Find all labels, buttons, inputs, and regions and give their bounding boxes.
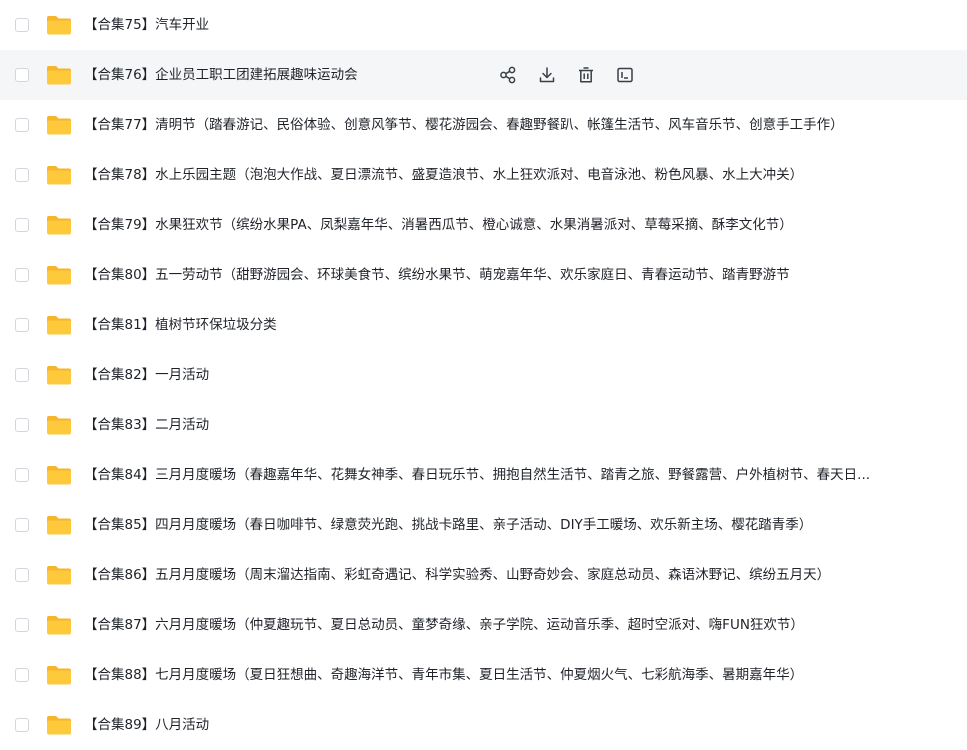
file-name[interactable]: 【合集82】一月活动 [84,365,953,385]
list-item[interactable]: 【合集83】二月活动 [0,400,967,450]
row-checkbox[interactable] [15,18,29,32]
list-item[interactable]: 【合集79】水果狂欢节（缤纷水果PA、凤梨嘉年华、消暑西瓜节、橙心诚意、水果消暑… [0,200,967,250]
file-name[interactable]: 【合集81】植树节环保垃圾分类 [84,315,953,335]
list-item[interactable]: 【合集80】五一劳动节（甜野游园会、环球美食节、缤纷水果节、萌宠嘉年华、欢乐家庭… [0,250,967,300]
list-item[interactable]: 【合集82】一月活动 [0,350,967,400]
file-name[interactable]: 【合集85】四月月度暖场（春日咖啡节、绿意荧光跑、挑战卡路里、亲子活动、DIY手… [84,515,953,535]
folder-icon [47,666,71,685]
file-name[interactable]: 【合集77】清明节（踏春游记、民俗体验、创意风筝节、樱花游园会、春趣野餐趴、帐篷… [84,115,953,135]
file-name[interactable]: 【合集75】汽车开业 [84,15,953,35]
folder-icon [47,466,71,485]
file-name[interactable]: 【合集80】五一劳动节（甜野游园会、环球美食节、缤纷水果节、萌宠嘉年华、欢乐家庭… [84,265,953,285]
folder-icon [47,116,71,135]
file-name[interactable]: 【合集79】水果狂欢节（缤纷水果PA、凤梨嘉年华、消暑西瓜节、橙心诚意、水果消暑… [84,215,953,235]
file-name[interactable]: 【合集84】三月月度暖场（春趣嘉年华、花舞女神季、春日玩乐节、拥抱自然生活节、踏… [84,465,953,485]
file-list: 【合集75】汽车开业 【合集76】企业员工职工团建拓展趣味运动会 【合集77】清… [0,0,967,741]
row-checkbox[interactable] [15,468,29,482]
list-item[interactable]: 【合集87】六月月度暖场（仲夏趣玩节、夏日总动员、童梦奇缘、亲子学院、运动音乐季… [0,600,967,650]
list-item[interactable]: 【合集89】八月活动 [0,700,967,750]
file-name[interactable]: 【合集78】水上乐园主题（泡泡大作战、夏日漂流节、盛夏造浪节、水上狂欢派对、电音… [84,165,953,185]
folder-icon [47,516,71,535]
folder-icon [47,566,71,585]
file-name[interactable]: 【合集87】六月月度暖场（仲夏趣玩节、夏日总动员、童梦奇缘、亲子学院、运动音乐季… [84,615,953,635]
rename-icon[interactable] [614,64,636,86]
list-item[interactable]: 【合集86】五月月度暖场（周末溜达指南、彩虹奇遇记、科学实验秀、山野奇妙会、家庭… [0,550,967,600]
folder-icon [47,366,71,385]
file-name[interactable]: 【合集83】二月活动 [84,415,953,435]
row-actions [497,64,636,86]
share-icon[interactable] [497,64,519,86]
row-checkbox[interactable] [15,568,29,582]
row-checkbox[interactable] [15,418,29,432]
folder-icon [47,316,71,335]
row-checkbox[interactable] [15,268,29,282]
folder-icon [47,166,71,185]
row-checkbox[interactable] [15,318,29,332]
folder-icon [47,216,71,235]
list-item[interactable]: 【合集88】七月月度暖场（夏日狂想曲、奇趣海洋节、青年市集、夏日生活节、仲夏烟火… [0,650,967,700]
list-item[interactable]: 【合集81】植树节环保垃圾分类 [0,300,967,350]
list-item[interactable]: 【合集84】三月月度暖场（春趣嘉年华、花舞女神季、春日玩乐节、拥抱自然生活节、踏… [0,450,967,500]
row-checkbox[interactable] [15,618,29,632]
file-name[interactable]: 【合集88】七月月度暖场（夏日狂想曲、奇趣海洋节、青年市集、夏日生活节、仲夏烟火… [84,665,953,685]
folder-icon [47,616,71,635]
list-item[interactable]: 【合集85】四月月度暖场（春日咖啡节、绿意荧光跑、挑战卡路里、亲子活动、DIY手… [0,500,967,550]
row-checkbox[interactable] [15,118,29,132]
folder-icon [47,266,71,285]
folder-icon [47,66,71,85]
row-checkbox[interactable] [15,68,29,82]
file-name[interactable]: 【合集86】五月月度暖场（周末溜达指南、彩虹奇遇记、科学实验秀、山野奇妙会、家庭… [84,565,953,585]
list-item[interactable]: 【合集75】汽车开业 [0,0,967,50]
file-name[interactable]: 【合集76】企业员工职工团建拓展趣味运动会 [84,65,474,85]
row-checkbox[interactable] [15,218,29,232]
row-checkbox[interactable] [15,368,29,382]
list-item[interactable]: 【合集76】企业员工职工团建拓展趣味运动会 [0,50,967,100]
row-checkbox[interactable] [15,168,29,182]
row-checkbox[interactable] [15,518,29,532]
download-icon[interactable] [536,64,558,86]
row-checkbox[interactable] [15,718,29,732]
folder-icon [47,16,71,35]
file-name[interactable]: 【合集89】八月活动 [84,715,953,735]
row-checkbox[interactable] [15,668,29,682]
folder-icon [47,416,71,435]
list-item[interactable]: 【合集77】清明节（踏春游记、民俗体验、创意风筝节、樱花游园会、春趣野餐趴、帐篷… [0,100,967,150]
folder-icon [47,716,71,735]
delete-icon[interactable] [575,64,597,86]
list-item[interactable]: 【合集78】水上乐园主题（泡泡大作战、夏日漂流节、盛夏造浪节、水上狂欢派对、电音… [0,150,967,200]
